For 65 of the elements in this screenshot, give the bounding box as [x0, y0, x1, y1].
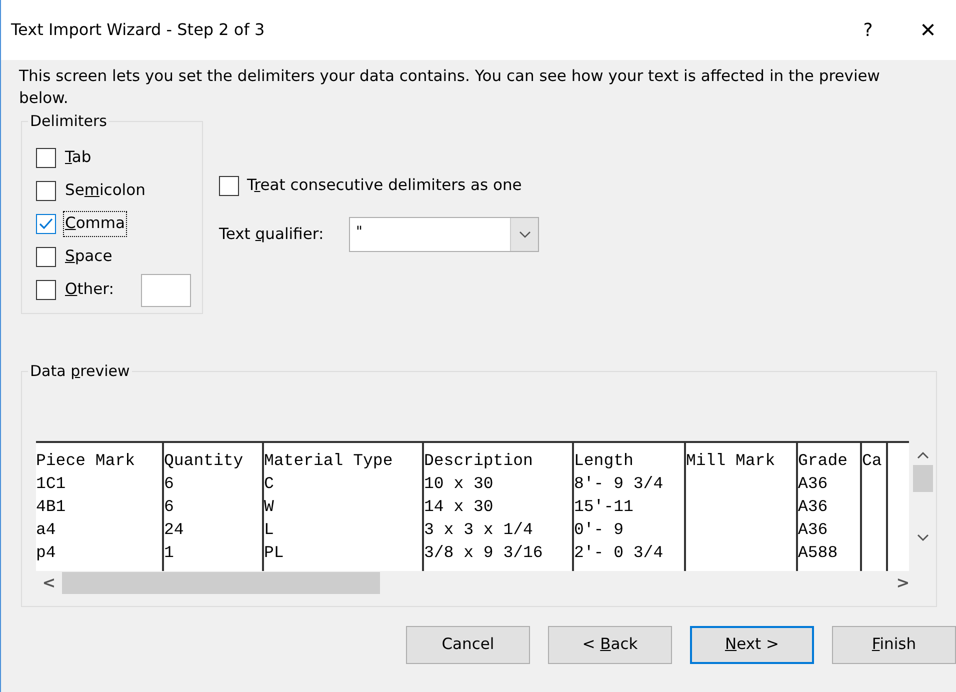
checkbox[interactable] — [36, 181, 56, 201]
column-header: Length — [574, 450, 634, 472]
checkbox[interactable] — [36, 280, 56, 300]
table-cell-text: 3/8 x 9 3/16 — [424, 542, 543, 564]
dialog-button[interactable]: Next > — [690, 626, 814, 664]
description: This screen lets you set the delimiters your data contains. You can see how your text is affected in the preview below. — [18, 66, 881, 109]
column-header: Mill Mark — [686, 450, 776, 472]
column-header: Description — [424, 450, 533, 472]
scrollbar-thumb[interactable] — [912, 465, 933, 492]
checkbox[interactable] — [36, 148, 56, 168]
dialog-button[interactable]: Cancel — [406, 626, 530, 664]
table-cell-text: W — [264, 496, 274, 518]
table-cell-text: 1C1 — [36, 473, 66, 495]
table-cell-text: 1 — [164, 542, 174, 564]
table-cell-text: 2'- 0 3/4 — [574, 542, 664, 564]
checkbox-label[interactable]: Tab — [64, 146, 92, 170]
text-qualifier-dropdown[interactable]: " — [349, 217, 539, 252]
table-cell-text: 4B1 — [36, 496, 66, 518]
close-button[interactable]: ✕ — [908, 15, 948, 45]
table-cell-text: 0'- 9 — [574, 519, 624, 541]
scrollbar-thumb[interactable] — [62, 572, 380, 594]
column-header: Grade — [798, 450, 848, 472]
chevron-down-icon — [518, 230, 530, 239]
checkbox-label[interactable]: Treat consecutive delimiters as one — [247, 174, 522, 198]
checkmark-icon — [39, 218, 53, 230]
table-cell-text: 6 — [164, 473, 174, 495]
table-cell-text: p4 — [36, 542, 56, 564]
window-title: Text Import Wizard - Step 2 of 3 — [11, 19, 266, 41]
scroll-down-icon[interactable] — [916, 534, 929, 542]
scroll-up-icon[interactable] — [916, 451, 929, 459]
column-header: Quantity — [164, 450, 244, 472]
checkbox[interactable] — [219, 176, 239, 196]
table-cell-text: a4 — [36, 519, 56, 541]
table-cell-text: 8'- 9 3/4 — [574, 473, 664, 495]
table-cell-text: 10 x 30 — [424, 473, 494, 495]
dialog-button[interactable]: < Back — [548, 626, 672, 664]
table-cell-text: C — [264, 473, 274, 495]
checkbox-label[interactable]: Other: — [64, 278, 115, 302]
field-label: Text qualifier: — [219, 224, 325, 246]
table-cell-text: 24 — [164, 519, 184, 541]
table-cell-text: A36 — [798, 519, 828, 541]
horizontal-scrollbar[interactable]: < > — [36, 571, 916, 595]
scroll-left-button[interactable]: < — [36, 571, 62, 595]
table-cell-text: 3 x 3 x 1/4 — [424, 519, 533, 541]
table-cell-text: L — [264, 519, 274, 541]
other-field[interactable] — [140, 274, 191, 306]
table-cell-text: A36 — [798, 496, 828, 518]
column-header: Piece Mark — [36, 450, 136, 472]
help-button[interactable]: ? — [848, 16, 888, 44]
checkbox-label[interactable]: Semicolon — [64, 179, 146, 203]
table-cell-text: A36 — [798, 473, 828, 495]
checked-checkbox[interactable] — [36, 214, 56, 234]
checkbox[interactable] — [36, 247, 56, 267]
scroll-right-button[interactable]: > — [890, 571, 916, 595]
table-cell-text: 15'-11 — [574, 496, 634, 518]
checkbox-label[interactable]: Comma — [64, 212, 126, 236]
column-header: Material Type — [264, 450, 393, 472]
table-cell-text: 6 — [164, 496, 174, 518]
table-cell-text: A588 — [798, 542, 838, 564]
table-cell-text: PL — [264, 542, 284, 564]
checkbox-label[interactable]: Space — [64, 245, 114, 269]
dialog-button[interactable]: Finish — [832, 626, 956, 664]
table-cell-text: 14 x 30 — [424, 496, 494, 518]
column-header: Ca — [862, 450, 882, 472]
dropdown-value: " — [355, 223, 364, 242]
